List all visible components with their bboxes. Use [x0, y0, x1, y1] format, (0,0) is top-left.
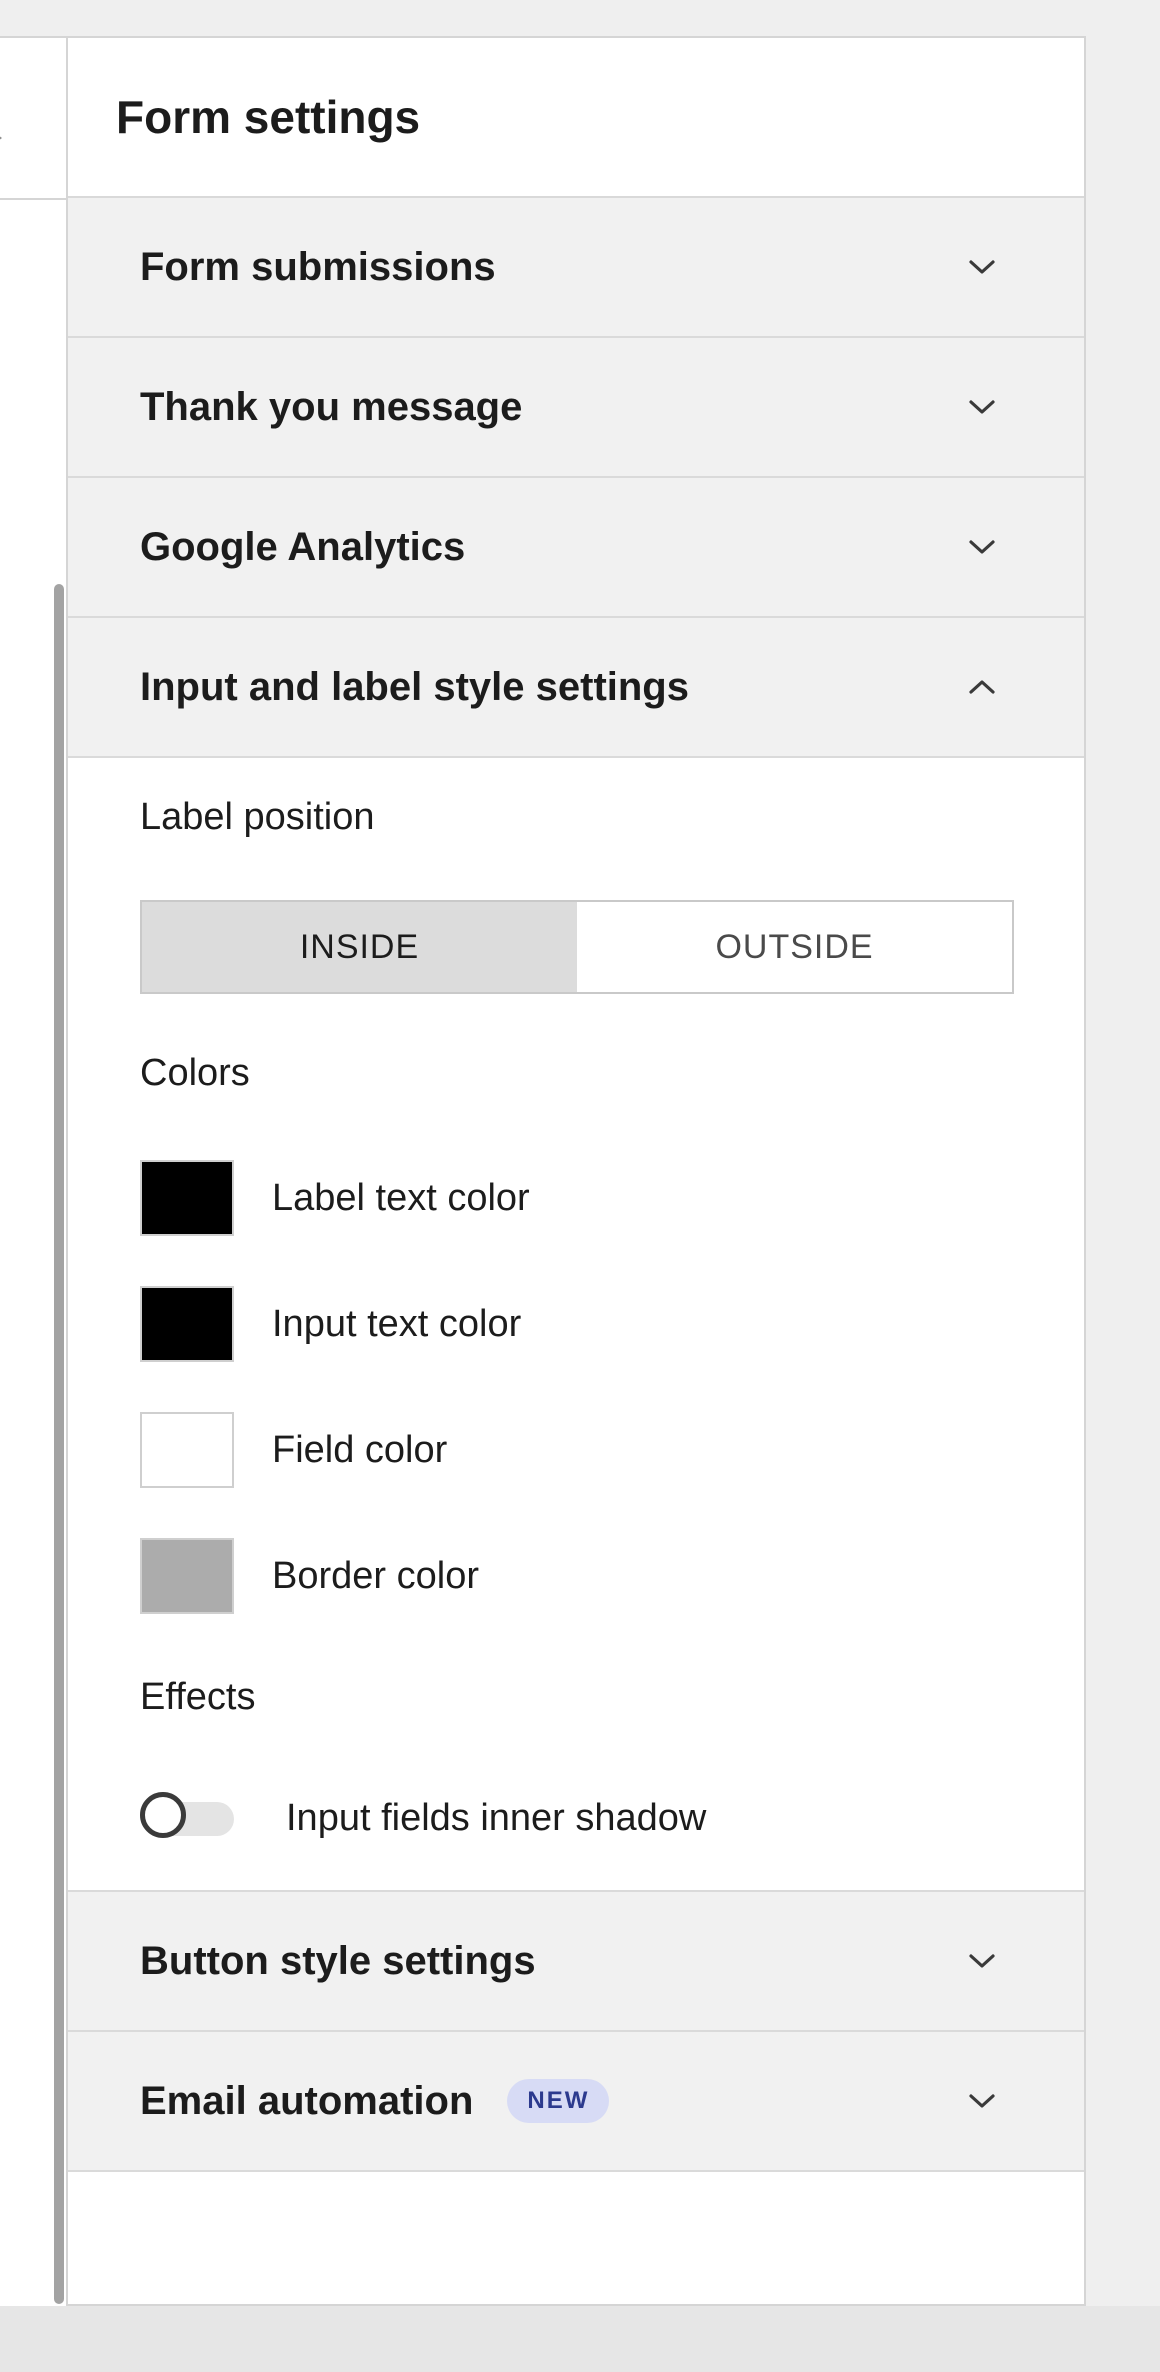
color-row-border: Border color [140, 1538, 479, 1614]
section-title: Thank you message [140, 384, 523, 429]
inner-shadow-label: Input fields inner shadow [286, 1796, 707, 1839]
color-label: Field color [272, 1428, 448, 1471]
section-google-analytics[interactable]: Google Analytics [68, 478, 1084, 618]
panel-header: Form settings [68, 38, 1084, 198]
inner-shadow-toggle[interactable] [140, 1790, 236, 1846]
panel-title: Form settings [116, 91, 421, 143]
label-position-heading: Label position [140, 796, 375, 838]
toggle-knob [140, 1792, 186, 1838]
section-title: Form submissions [140, 244, 496, 289]
collapse-arrow-icon[interactable] [0, 132, 2, 144]
chevron-down-icon[interactable] [966, 391, 998, 423]
color-row-input-text: Input text color [140, 1286, 521, 1362]
label-position-inside-button[interactable]: INSIDE [142, 902, 577, 992]
color-row-label-text: Label text color [140, 1160, 530, 1236]
chevron-down-icon[interactable] [966, 251, 998, 283]
form-settings-panel: Form settings Form submissions Thank you… [66, 36, 1086, 2306]
section-title: Google Analytics [140, 524, 466, 569]
chevron-down-icon[interactable] [966, 531, 998, 563]
section-title: Button style settings [140, 1938, 536, 1983]
scrollbar-thumb[interactable] [54, 584, 64, 2304]
field-color-swatch[interactable] [140, 1412, 234, 1488]
color-label: Border color [272, 1554, 479, 1597]
color-row-field: Field color [140, 1412, 447, 1488]
label-text-color-swatch[interactable] [140, 1160, 234, 1236]
input-text-color-swatch[interactable] [140, 1286, 234, 1362]
section-thank-you-message[interactable]: Thank you message [68, 338, 1084, 478]
inner-shadow-row: Input fields inner shadow [140, 1788, 706, 1848]
section-title: Email automation NEW [140, 2079, 966, 2124]
section-input-label-style[interactable]: Input and label style settings [68, 618, 1084, 758]
bottom-bar [0, 2306, 1160, 2372]
left-pane-divider [0, 198, 66, 200]
section-email-automation[interactable]: Email automation NEW [68, 2032, 1084, 2172]
input-label-style-body: Label position INSIDE OUTSIDE Colors Lab… [68, 758, 1084, 1892]
border-color-swatch[interactable] [140, 1538, 234, 1614]
section-form-submissions[interactable]: Form submissions [68, 198, 1084, 338]
color-label: Label text color [272, 1176, 530, 1219]
colors-heading: Colors [140, 1052, 250, 1094]
label-position-outside-button[interactable]: OUTSIDE [577, 902, 1012, 992]
color-label: Input text color [272, 1302, 522, 1345]
effects-heading: Effects [140, 1676, 256, 1718]
chevron-down-icon[interactable] [966, 1945, 998, 1977]
chevron-down-icon[interactable] [966, 2085, 998, 2117]
section-button-style[interactable]: Button style settings [68, 1892, 1084, 2032]
chevron-up-icon[interactable] [966, 671, 998, 703]
label-position-toggle: INSIDE OUTSIDE [140, 900, 1014, 994]
section-title: Input and label style settings [140, 664, 689, 709]
email-automation-title: Email automation [140, 2078, 474, 2123]
new-badge: NEW [507, 2079, 610, 2123]
